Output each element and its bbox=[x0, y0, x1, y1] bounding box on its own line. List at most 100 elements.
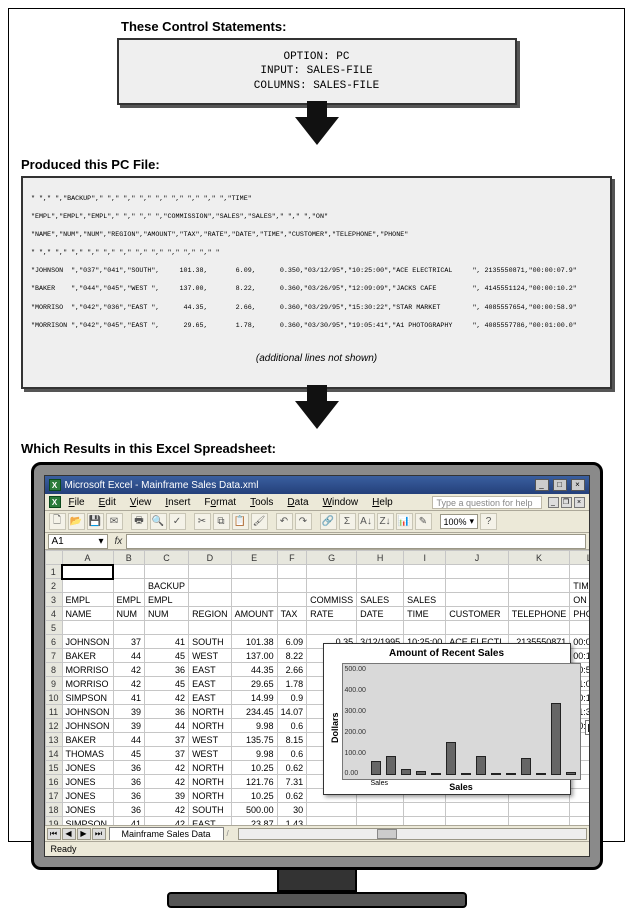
sort-desc-icon[interactable]: Z↓ bbox=[377, 513, 394, 530]
worksheet-grid[interactable]: ABCDEFGHIJKL12BACKUPTIME3EMPLEMPLEMPLCOM… bbox=[45, 550, 589, 825]
row-header[interactable]: 15 bbox=[45, 761, 62, 775]
cell[interactable] bbox=[62, 621, 113, 635]
cell[interactable] bbox=[189, 565, 232, 579]
mdi-close-button[interactable]: × bbox=[574, 497, 585, 508]
cell[interactable]: NAME bbox=[62, 607, 113, 621]
cell[interactable]: 37 bbox=[145, 747, 189, 761]
cell[interactable]: SIMPSON bbox=[62, 817, 113, 826]
cell[interactable] bbox=[446, 817, 509, 826]
cell[interactable]: 42 bbox=[145, 803, 189, 817]
help-search-input[interactable]: Type a question for help bbox=[432, 496, 542, 509]
titlebar[interactable]: X Microsoft Excel - Mainframe Sales Data… bbox=[45, 476, 589, 494]
cell[interactable]: SIMPSON bbox=[62, 691, 113, 705]
cell[interactable]: SALES bbox=[357, 593, 404, 607]
cell[interactable]: 1.78 bbox=[277, 677, 307, 691]
cell[interactable]: 8.22 bbox=[277, 649, 307, 663]
cell[interactable] bbox=[277, 565, 307, 579]
cell[interactable]: 6.09 bbox=[277, 635, 307, 649]
cell[interactable]: 8.15 bbox=[277, 733, 307, 747]
cell[interactable]: 39 bbox=[145, 789, 189, 803]
cell[interactable] bbox=[570, 817, 589, 826]
formula-input[interactable] bbox=[126, 534, 585, 549]
cell[interactable] bbox=[357, 579, 404, 593]
row-header[interactable]: 12 bbox=[45, 719, 62, 733]
cell[interactable]: 14.99 bbox=[231, 691, 277, 705]
cell[interactable]: 00:10.2 bbox=[570, 649, 589, 663]
cell[interactable]: 42 bbox=[145, 775, 189, 789]
cut-icon[interactable]: ✂ bbox=[194, 513, 211, 530]
horizontal-scrollbar[interactable] bbox=[238, 828, 587, 840]
cell[interactable]: CUSTOMER bbox=[446, 607, 509, 621]
tab-nav-prev-icon[interactable]: ◀ bbox=[62, 828, 76, 840]
cell[interactable]: EAST bbox=[189, 677, 232, 691]
cell[interactable]: 29.65 bbox=[231, 677, 277, 691]
menu-data[interactable]: Data bbox=[281, 496, 314, 509]
cell[interactable] bbox=[446, 803, 509, 817]
cell[interactable] bbox=[357, 565, 404, 579]
cell[interactable] bbox=[404, 565, 446, 579]
cell[interactable]: 30 bbox=[277, 803, 307, 817]
row-header[interactable]: 17 bbox=[45, 789, 62, 803]
cell[interactable]: 0.62 bbox=[277, 761, 307, 775]
cell[interactable]: 121.76 bbox=[231, 775, 277, 789]
menu-insert[interactable]: Insert bbox=[159, 496, 196, 509]
cell[interactable]: 36 bbox=[145, 663, 189, 677]
col-header[interactable]: E bbox=[231, 551, 277, 565]
save-icon[interactable]: 💾 bbox=[87, 513, 104, 530]
cell[interactable]: 36 bbox=[113, 789, 145, 803]
cell[interactable]: PHONE bbox=[570, 607, 589, 621]
cell[interactable]: AMOUNT bbox=[231, 607, 277, 621]
menu-window[interactable]: Window bbox=[317, 496, 365, 509]
cell[interactable] bbox=[508, 593, 570, 607]
menu-edit[interactable]: Edit bbox=[93, 496, 122, 509]
cell[interactable] bbox=[446, 621, 509, 635]
cell[interactable]: 10.25 bbox=[231, 761, 277, 775]
menu-format[interactable]: Format bbox=[198, 496, 242, 509]
format-painter-icon[interactable]: 🖌 bbox=[251, 513, 268, 530]
cell[interactable]: 37 bbox=[113, 635, 145, 649]
row-header[interactable]: 7 bbox=[45, 649, 62, 663]
mail-icon[interactable]: ✉ bbox=[106, 513, 123, 530]
cell[interactable]: ON bbox=[570, 593, 589, 607]
zoom-selector[interactable]: 100%▾ bbox=[440, 514, 479, 529]
cell[interactable]: RATE bbox=[307, 607, 357, 621]
col-header[interactable]: A bbox=[62, 551, 113, 565]
row-header[interactable]: 5 bbox=[45, 621, 62, 635]
close-button[interactable]: × bbox=[571, 479, 585, 491]
cell[interactable]: 41 bbox=[113, 817, 145, 826]
col-header[interactable]: I bbox=[404, 551, 446, 565]
cell[interactable] bbox=[189, 621, 232, 635]
cell[interactable] bbox=[357, 803, 404, 817]
cell[interactable] bbox=[113, 621, 145, 635]
cell[interactable]: JONES bbox=[62, 761, 113, 775]
open-icon[interactable]: 📂 bbox=[68, 513, 85, 530]
col-header[interactable]: C bbox=[145, 551, 189, 565]
cell[interactable]: NORTH bbox=[189, 719, 232, 733]
cell[interactable] bbox=[357, 621, 404, 635]
cell[interactable]: JOHNSON bbox=[62, 719, 113, 733]
cell[interactable]: 41 bbox=[113, 691, 145, 705]
cell[interactable] bbox=[307, 817, 357, 826]
cell[interactable]: SOUTH bbox=[189, 803, 232, 817]
cell[interactable]: WEST bbox=[189, 747, 232, 761]
workbook-icon[interactable]: X bbox=[49, 496, 61, 508]
cell[interactable]: 42 bbox=[113, 663, 145, 677]
cell[interactable]: 36 bbox=[113, 761, 145, 775]
cell[interactable] bbox=[277, 621, 307, 635]
cell[interactable]: 14.07 bbox=[277, 705, 307, 719]
redo-icon[interactable]: ↷ bbox=[295, 513, 312, 530]
cell[interactable]: EAST bbox=[189, 817, 232, 826]
cell[interactable]: 234.45 bbox=[231, 705, 277, 719]
cell[interactable]: JONES bbox=[62, 789, 113, 803]
minimize-button[interactable]: _ bbox=[535, 479, 549, 491]
menu-tools[interactable]: Tools bbox=[244, 496, 279, 509]
cell[interactable]: 2.66 bbox=[277, 663, 307, 677]
copy-icon[interactable]: ⧉ bbox=[213, 513, 230, 530]
cell[interactable]: 36 bbox=[113, 775, 145, 789]
cell[interactable] bbox=[307, 579, 357, 593]
cell[interactable]: 44 bbox=[113, 649, 145, 663]
cell[interactable] bbox=[231, 621, 277, 635]
cell[interactable]: JONES bbox=[62, 803, 113, 817]
sheet-tab[interactable]: Mainframe Sales Data bbox=[109, 827, 224, 840]
cell[interactable]: MORRISO bbox=[62, 663, 113, 677]
